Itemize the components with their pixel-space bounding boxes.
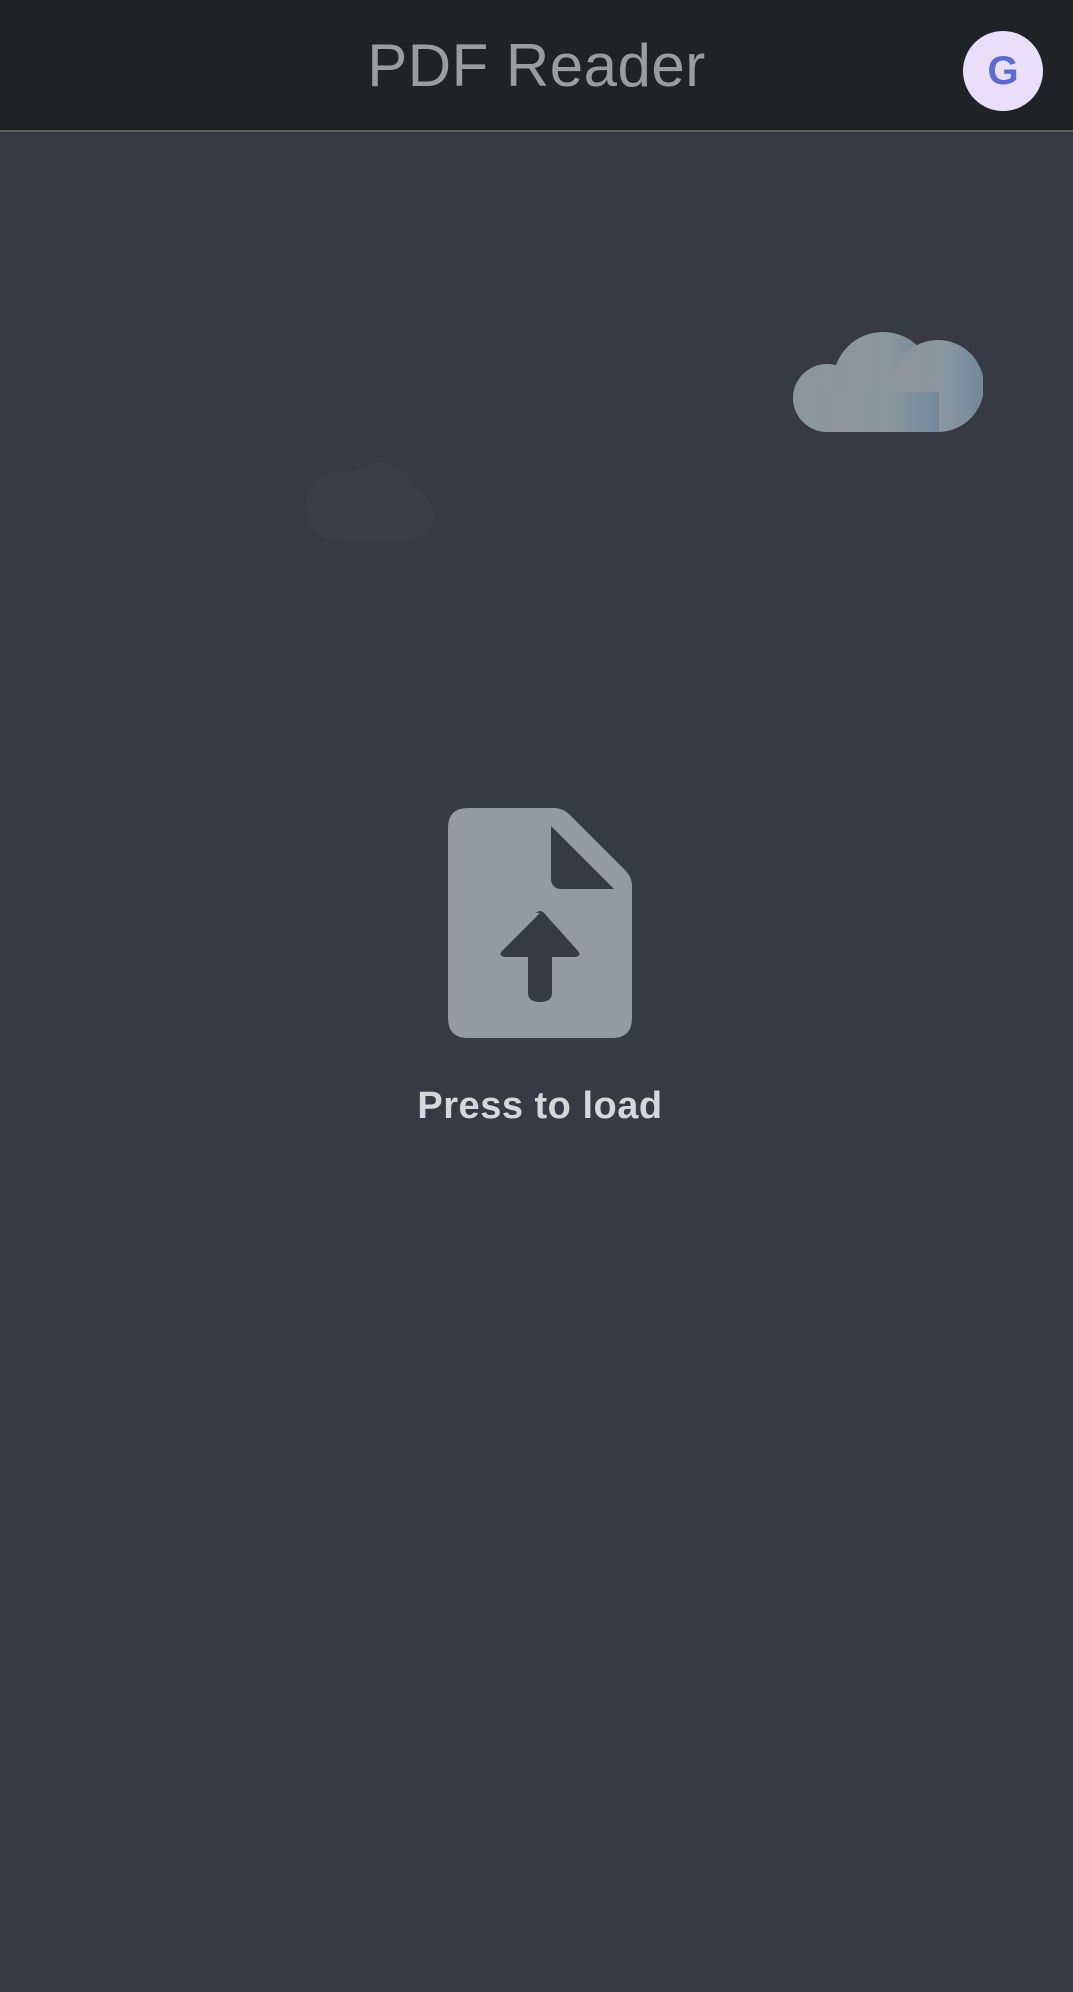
app-bar: PDF Reader G bbox=[0, 0, 1073, 132]
faint-cloud-icon bbox=[305, 462, 433, 542]
load-pdf-button[interactable]: Press to load bbox=[400, 790, 680, 1140]
file-upload-icon bbox=[448, 808, 632, 1038]
load-label: Press to load bbox=[417, 1085, 663, 1127]
account-avatar[interactable]: G bbox=[963, 31, 1043, 111]
cloud-icon bbox=[793, 332, 983, 432]
app-title: PDF Reader bbox=[367, 32, 706, 99]
